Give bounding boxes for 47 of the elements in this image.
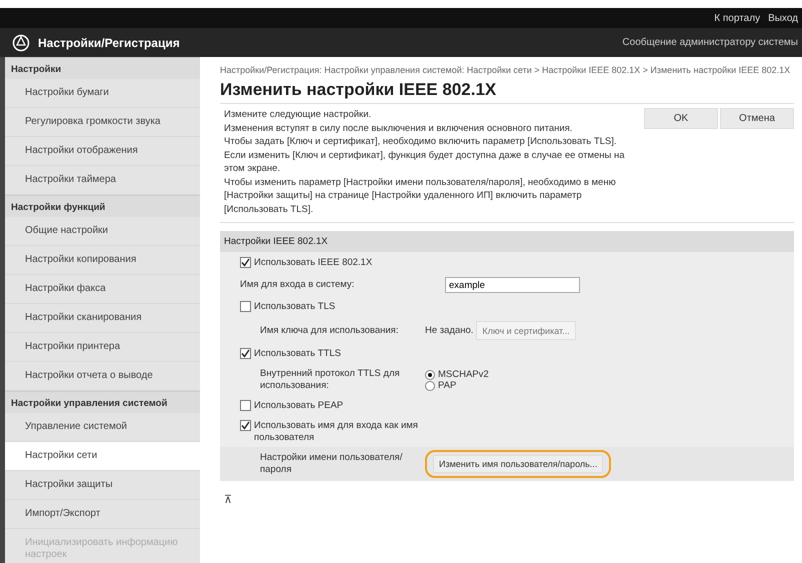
value-text: Не задано. [425, 325, 474, 336]
checkmark-icon [241, 258, 250, 267]
instruction-text: Чтобы изменить параметр [Настройки имени пользователя/пароля], необходимо в меню [Настройки защиты] на странице [Настройки удаленного ИП] включить параметр [Использовать TLS]. [224, 176, 617, 216]
sidebar-item[interactable]: Настройки принтера [5, 333, 200, 362]
change-username-password-button[interactable]: Изменить имя пользователя/пароль... [433, 455, 604, 473]
top-link[interactable]: Выход [768, 12, 798, 24]
page-title: Изменить настройки IEEE 802.1X [220, 80, 794, 104]
instruction-text: Изменения вступят в силу после выключения и включения основного питания. [224, 122, 574, 135]
sidebar-item[interactable]: Общие настройки [5, 217, 200, 246]
radio-option[interactable]: MSCHAPv2 [425, 369, 489, 380]
instruction-text: Если изменить [Ключ и сертификат], функция будет доступна даже в случае ее отмены на этом экране. [224, 148, 626, 176]
sidebar-item[interactable]: Настройки защиты [5, 471, 200, 500]
checkmark-icon [241, 421, 250, 430]
field-label: Имя для входа в систему: [240, 279, 356, 291]
checkmark-icon [241, 349, 250, 358]
sidebar-item[interactable]: Настройки бумаги [5, 79, 200, 108]
breadcrumb: Настройки/Регистрация: Настройки управления системой: Настройки сети > Настройки IEEE 802.1X > Изменить настройки IEEE 802.1X [220, 65, 792, 76]
sidebar-item[interactable]: Импорт/Экспорт [5, 500, 200, 529]
field-label: Внутренний протокол TTLS для использования: [259, 368, 401, 392]
sidebar-heading: Настройки управления системой [5, 391, 200, 413]
sidebar-item[interactable]: Настройки факса [5, 275, 200, 304]
back-to-top-link[interactable]: ⊼ [224, 493, 794, 506]
checkbox[interactable]: Использовать PEAP [240, 400, 450, 412]
field-label: Имя ключа для использования: [259, 324, 400, 336]
checkbox[interactable]: Использовать TTLS [240, 348, 450, 360]
admin-message-link[interactable]: Сообщение администратору системы [622, 37, 798, 48]
checkbox[interactable]: Использовать имя для входа как имя пользователя [240, 420, 450, 444]
sidebar-item[interactable]: Настройки отображения [5, 137, 200, 166]
field-label: Настройки имени пользователя/пароля [259, 452, 404, 476]
instruction-text: Чтобы задать [Ключ и сертификат], необходимо включить параметр [Использовать TLS]. [224, 135, 618, 148]
sidebar-heading: Настройки [5, 57, 200, 79]
top-link[interactable]: К порталу [714, 12, 760, 24]
checkbox[interactable]: Использовать IEEE 802.1X [240, 257, 450, 269]
sidebar-item[interactable]: Настройки копирования [5, 246, 200, 275]
sidebar-heading: Настройки функций [5, 195, 200, 217]
logo-icon [12, 34, 30, 52]
dialog-button[interactable]: OK [644, 108, 718, 129]
checkbox[interactable]: Использовать TLS [240, 301, 450, 313]
dialog-button[interactable]: Отмена [720, 108, 794, 129]
instruction-text: Измените следующие настройки. [224, 108, 372, 122]
header-title: Настройки/Регистрация [38, 36, 180, 50]
sidebar-item[interactable]: Настройки сети [5, 442, 200, 471]
sidebar-item[interactable]: Настройки сканирования [5, 304, 200, 333]
radio-option[interactable]: PAP [425, 380, 489, 391]
sidebar-item[interactable]: Регулировка громкости звука [5, 108, 200, 137]
section-title: Настройки IEEE 802.1X [220, 231, 794, 252]
input-field[interactable]: example [445, 277, 580, 293]
